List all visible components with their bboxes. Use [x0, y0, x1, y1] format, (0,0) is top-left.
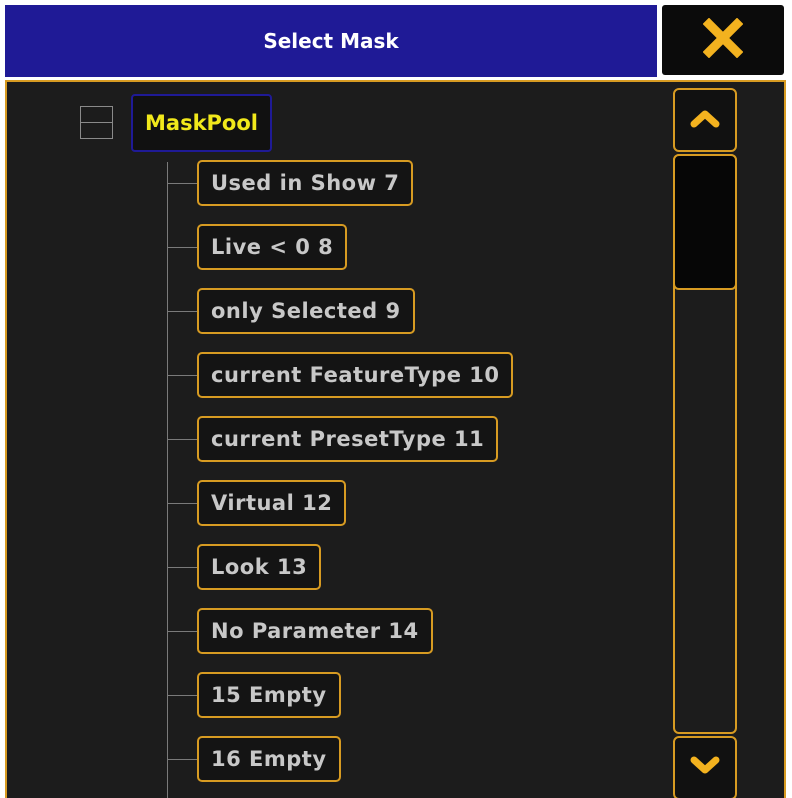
close-x-icon	[702, 17, 744, 62]
tree-branch-line	[167, 695, 197, 696]
tree-item[interactable]: 16 Empty	[197, 736, 341, 782]
tree-branch-line	[167, 439, 197, 440]
scrollbar-track[interactable]	[673, 154, 737, 734]
tree-item[interactable]: current FeatureType 10	[197, 352, 514, 398]
tree-item[interactable]: No Parameter 14	[197, 608, 433, 654]
scrollbar-thumb[interactable]	[673, 154, 737, 290]
tree-item[interactable]: Used in Show 7	[197, 160, 414, 206]
tree-item[interactable]: only Selected 9	[197, 288, 415, 334]
chevron-up-icon	[690, 108, 720, 132]
tree-root-maskpool[interactable]: MaskPool	[131, 94, 272, 152]
tree-branch-line	[167, 759, 197, 760]
tree-item[interactable]: Live < 0 8	[197, 224, 348, 270]
scroll-up-button[interactable]	[673, 88, 737, 152]
tree-branch-line	[167, 631, 197, 632]
title-bar: Select Mask	[5, 5, 657, 77]
tree-branch-line	[167, 183, 197, 184]
chevron-down-icon	[690, 756, 720, 780]
tree-branch-line	[167, 567, 197, 568]
tree-branch-line	[167, 247, 197, 248]
tree-connector-line	[167, 162, 168, 798]
tree-item[interactable]: current PresetType 11	[197, 416, 499, 462]
tree-branch-line	[167, 503, 197, 504]
tree-panel: MaskPool Used in Show 7 Live < 0 8 only Se…	[5, 80, 786, 798]
tree-branch-line	[167, 375, 197, 376]
tree-item[interactable]: 15 Empty	[197, 672, 341, 718]
dialog-title: Select Mask	[263, 29, 399, 53]
close-button[interactable]	[662, 5, 784, 75]
tree-item[interactable]: Virtual 12	[197, 480, 347, 526]
tree-item[interactable]: Look 13	[197, 544, 322, 590]
tree-branch-line	[167, 311, 197, 312]
collapse-toggle[interactable]	[80, 106, 113, 139]
scroll-down-button[interactable]	[673, 736, 737, 798]
